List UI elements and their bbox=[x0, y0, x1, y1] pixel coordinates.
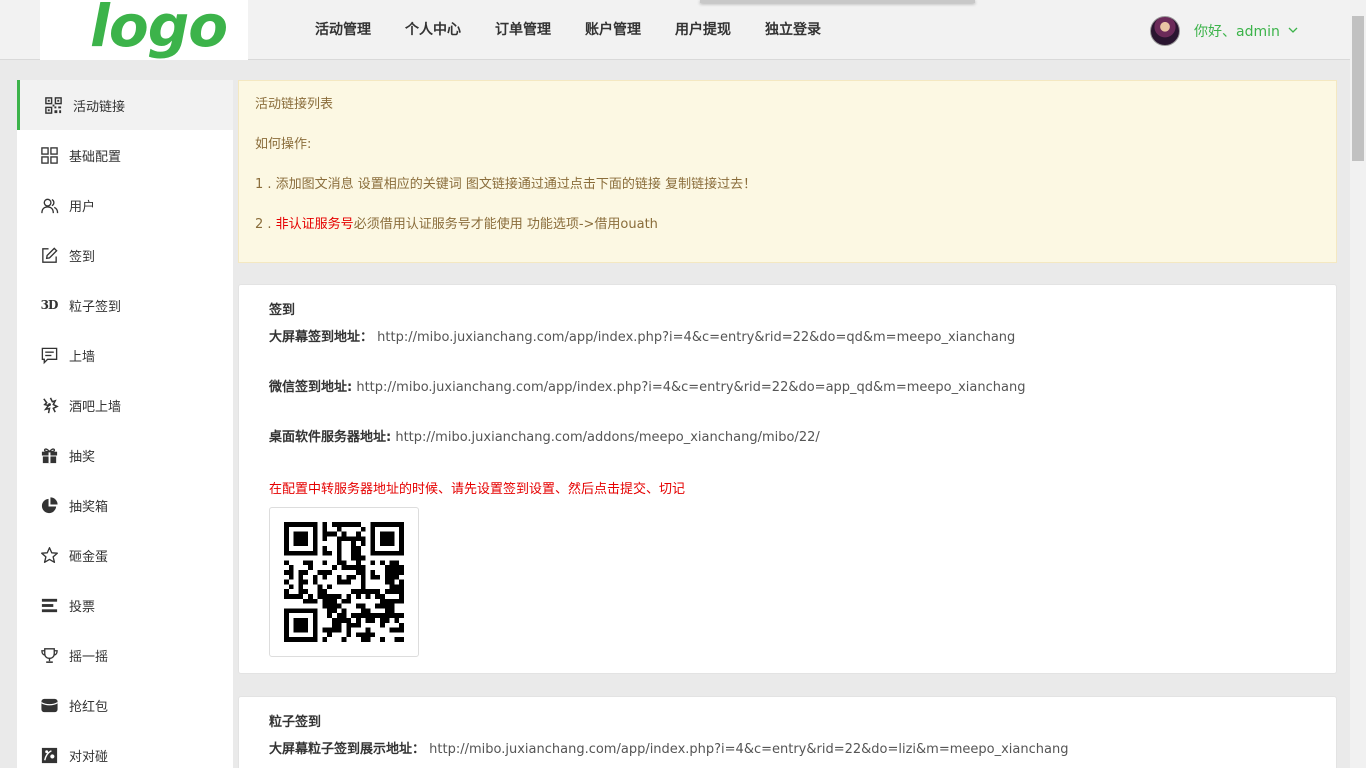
particle-bigscreen-url-row: 大屏幕粒子签到展示地址： http://mibo.juxianchang.com… bbox=[269, 740, 1306, 760]
row-label: 大屏幕粒子签到展示地址： bbox=[269, 742, 426, 757]
logo[interactable]: logo bbox=[40, 0, 248, 60]
sidebar-item-lottery-box[interactable]: 抽奖箱 bbox=[17, 480, 233, 530]
edit-icon bbox=[39, 245, 59, 265]
sidebar-item-vote[interactable]: 投票 bbox=[17, 580, 233, 630]
nav-item-personal[interactable]: 个人中心 bbox=[388, 0, 478, 60]
step-2-prefix: 2 . bbox=[255, 217, 276, 232]
sidebar-item-lottery[interactable]: 抽奖 bbox=[17, 430, 233, 480]
sidebar-item-users[interactable]: 用户 bbox=[17, 180, 233, 230]
particle-bigscreen-url[interactable]: http://mibo.juxianchang.com/app/index.ph… bbox=[429, 742, 1068, 757]
notice-title: 活动链接列表 bbox=[255, 97, 334, 112]
sidebar-item-label: 基础配置 bbox=[69, 149, 122, 165]
top-nav: 活动管理 个人中心 订单管理 账户管理 用户提现 独立登录 bbox=[298, 0, 838, 60]
sidebar-item-label: 抽奖 bbox=[69, 449, 96, 465]
qr-icon bbox=[43, 95, 63, 115]
qr-code bbox=[269, 507, 419, 657]
sidebar-item-label: 上墙 bbox=[69, 349, 96, 365]
bar-icon bbox=[39, 395, 59, 415]
nav-item-login[interactable]: 独立登录 bbox=[748, 0, 838, 60]
sidebar-item-bar-wall[interactable]: 酒吧上墙 bbox=[17, 380, 233, 430]
sidebar-item-label: 摇一摇 bbox=[69, 649, 109, 665]
user-greeting: 你好、admin bbox=[1194, 24, 1280, 40]
row-label: 桌面软件服务器地址: bbox=[269, 430, 392, 445]
server-config-warning: 在配置中转服务器地址的时候、请先设置签到设置、然后点击提交、切记 bbox=[269, 482, 686, 497]
wechat-signin-url[interactable]: http://mibo.juxianchang.com/app/index.ph… bbox=[356, 380, 1025, 395]
sidebar-item-particle-signin[interactable]: 3D 粒子签到 bbox=[17, 280, 233, 330]
row-label: 大屏幕签到地址： bbox=[269, 330, 374, 345]
sidebar-item-label: 用户 bbox=[69, 199, 96, 215]
redpacket-icon bbox=[39, 695, 59, 715]
users-icon bbox=[39, 195, 59, 215]
sidebar-item-shake[interactable]: 摇一摇 bbox=[17, 630, 233, 680]
sidebar-item-label: 签到 bbox=[69, 249, 96, 265]
sidebar: 活动链接 基础配置 用户 签到 3D 粒子签到 上墙 酒吧上墙 抽奖 抽奖箱 砸… bbox=[17, 80, 233, 768]
desktop-server-url-row: 桌面软件服务器地址: http://mibo.juxianchang.com/a… bbox=[269, 428, 1306, 448]
vote-icon bbox=[39, 595, 59, 615]
scrollbar-thumb[interactable] bbox=[1352, 16, 1364, 161]
3d-icon: 3D bbox=[39, 295, 59, 315]
message-icon bbox=[39, 345, 59, 365]
trophy-icon bbox=[39, 645, 59, 665]
avatar bbox=[1150, 16, 1180, 46]
dropdown-shadow bbox=[700, 0, 975, 3]
panel-title: 粒子签到 bbox=[269, 715, 322, 730]
user-menu[interactable]: 你好、admin bbox=[1150, 15, 1298, 47]
chevron-down-icon bbox=[1288, 25, 1298, 38]
sidebar-item-golden-egg[interactable]: 砸金蛋 bbox=[17, 530, 233, 580]
sidebar-item-activity-links[interactable]: 活动链接 bbox=[17, 80, 233, 130]
notice-howto: 如何操作: bbox=[255, 137, 312, 152]
sidebar-item-label: 粒子签到 bbox=[69, 299, 122, 315]
notice-box: 活动链接列表 如何操作: 1 . 添加图文消息 设置相应的关键词 图文链接通过通… bbox=[238, 80, 1337, 263]
grid-icon bbox=[39, 145, 59, 165]
qr-code-graphic bbox=[284, 522, 404, 642]
gift-icon bbox=[39, 445, 59, 465]
sidebar-item-match[interactable]: 对对碰 bbox=[17, 730, 233, 768]
logo-text: logo bbox=[90, 0, 228, 60]
sidebar-item-signin[interactable]: 签到 bbox=[17, 230, 233, 280]
nav-item-activity[interactable]: 活动管理 bbox=[298, 0, 388, 60]
bigscreen-signin-url[interactable]: http://mibo.juxianchang.com/app/index.ph… bbox=[377, 330, 1015, 345]
signin-panel: 签到 大屏幕签到地址： http://mibo.juxianchang.com/… bbox=[238, 284, 1337, 674]
notice-step-1: 1 . 添加图文消息 设置相应的关键词 图文链接通过通过点击下面的链接 复制链接… bbox=[255, 177, 757, 192]
top-bar: logo 活动管理 个人中心 订单管理 账户管理 用户提现 独立登录 你好、ad… bbox=[0, 0, 1350, 60]
sidebar-item-red-packet[interactable]: 抢红包 bbox=[17, 680, 233, 730]
sidebar-item-label: 投票 bbox=[69, 599, 96, 615]
nav-item-account[interactable]: 账户管理 bbox=[568, 0, 658, 60]
wechat-signin-url-row: 微信签到地址: http://mibo.juxianchang.com/app/… bbox=[269, 378, 1306, 398]
nav-item-withdraw[interactable]: 用户提现 bbox=[658, 0, 748, 60]
notice-step-2: 2 . 非认证服务号必须借用认证服务号才能使用 功能选项->借用ouath bbox=[255, 215, 1320, 235]
sidebar-item-label: 抽奖箱 bbox=[69, 499, 109, 515]
sidebar-item-label: 活动链接 bbox=[73, 99, 126, 115]
sidebar-item-label: 抢红包 bbox=[69, 699, 109, 715]
pie-icon bbox=[39, 495, 59, 515]
star-icon bbox=[39, 545, 59, 565]
particle-signin-panel: 粒子签到 大屏幕粒子签到展示地址： http://mibo.juxianchan… bbox=[238, 696, 1337, 768]
3d-glyph: 3D bbox=[40, 298, 59, 312]
desktop-server-url[interactable]: http://mibo.juxianchang.com/addons/meepo… bbox=[395, 430, 819, 445]
sidebar-item-label: 砸金蛋 bbox=[69, 549, 109, 565]
sidebar-item-wall[interactable]: 上墙 bbox=[17, 330, 233, 380]
panel-title: 签到 bbox=[269, 303, 296, 318]
step-2-rest: 必须借用认证服务号才能使用 功能选项->借用ouath bbox=[353, 217, 658, 232]
sidebar-item-label: 酒吧上墙 bbox=[69, 399, 122, 415]
sidebar-item-basic-config[interactable]: 基础配置 bbox=[17, 130, 233, 180]
match-icon bbox=[39, 745, 59, 765]
bigscreen-signin-url-row: 大屏幕签到地址： http://mibo.juxianchang.com/app… bbox=[269, 328, 1306, 348]
step-2-highlight: 非认证服务号 bbox=[275, 217, 354, 232]
row-label: 微信签到地址: bbox=[269, 380, 353, 395]
sidebar-item-label: 对对碰 bbox=[69, 749, 109, 765]
nav-item-orders[interactable]: 订单管理 bbox=[478, 0, 568, 60]
